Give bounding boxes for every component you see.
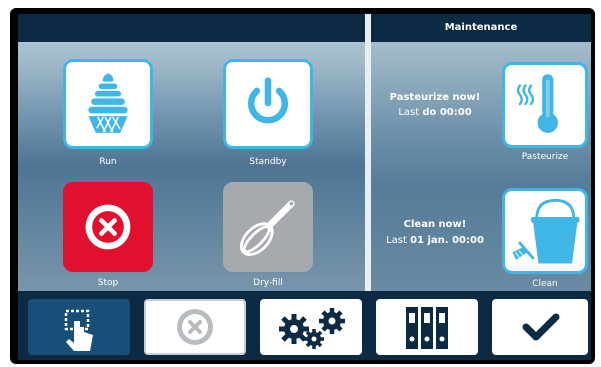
power-icon <box>247 77 289 124</box>
settings-button[interactable] <box>260 299 362 355</box>
maintenance-title: Maintenance <box>371 14 591 42</box>
touch-select-icon <box>64 309 93 351</box>
confirm-button[interactable] <box>492 299 588 355</box>
maintenance-panel: Maintenance Pasteurize now! Last do 00:0… <box>371 14 591 291</box>
bucket-icon <box>512 198 580 264</box>
binders-icon <box>406 307 448 349</box>
main-panel-header <box>18 14 365 42</box>
touch-select-button[interactable] <box>28 299 130 355</box>
stop-button[interactable] <box>63 182 153 272</box>
binders-button[interactable] <box>376 299 478 355</box>
main-panel: Run Standby Stop Dry-fill <box>18 14 365 291</box>
clean-label: Clean <box>532 279 558 289</box>
whisk-icon <box>240 200 295 256</box>
dry-fill-button[interactable] <box>223 182 313 272</box>
thermometer-icon <box>516 74 559 133</box>
clean-button[interactable] <box>502 188 588 274</box>
dry-fill-label: Dry-fill <box>253 278 283 288</box>
pasteurize-last: Last do 00:00 <box>398 107 472 118</box>
cancel-icon <box>177 309 213 345</box>
touch-screen: Run Standby Stop Dry-fill Maintenance Pa… <box>18 14 591 360</box>
gears-icon <box>279 308 345 349</box>
stop-label: Stop <box>97 278 119 288</box>
checkmark-icon <box>522 313 560 341</box>
stop-x-icon <box>85 204 131 250</box>
standby-label: Standby <box>249 157 287 167</box>
run-button[interactable] <box>63 59 153 149</box>
standby-button[interactable] <box>223 59 313 149</box>
pasteurize-button[interactable] <box>502 62 588 148</box>
pasteurize-label: Pasteurize <box>521 152 569 162</box>
soft-serve-icon <box>88 73 128 133</box>
clean-prompt: Clean now! <box>403 219 467 230</box>
cancel-button[interactable] <box>144 299 246 355</box>
run-label: Run <box>99 157 117 167</box>
pasteurize-prompt: Pasteurize now! <box>389 92 481 103</box>
clean-last: Last 01 jan. 00:00 <box>386 235 484 246</box>
